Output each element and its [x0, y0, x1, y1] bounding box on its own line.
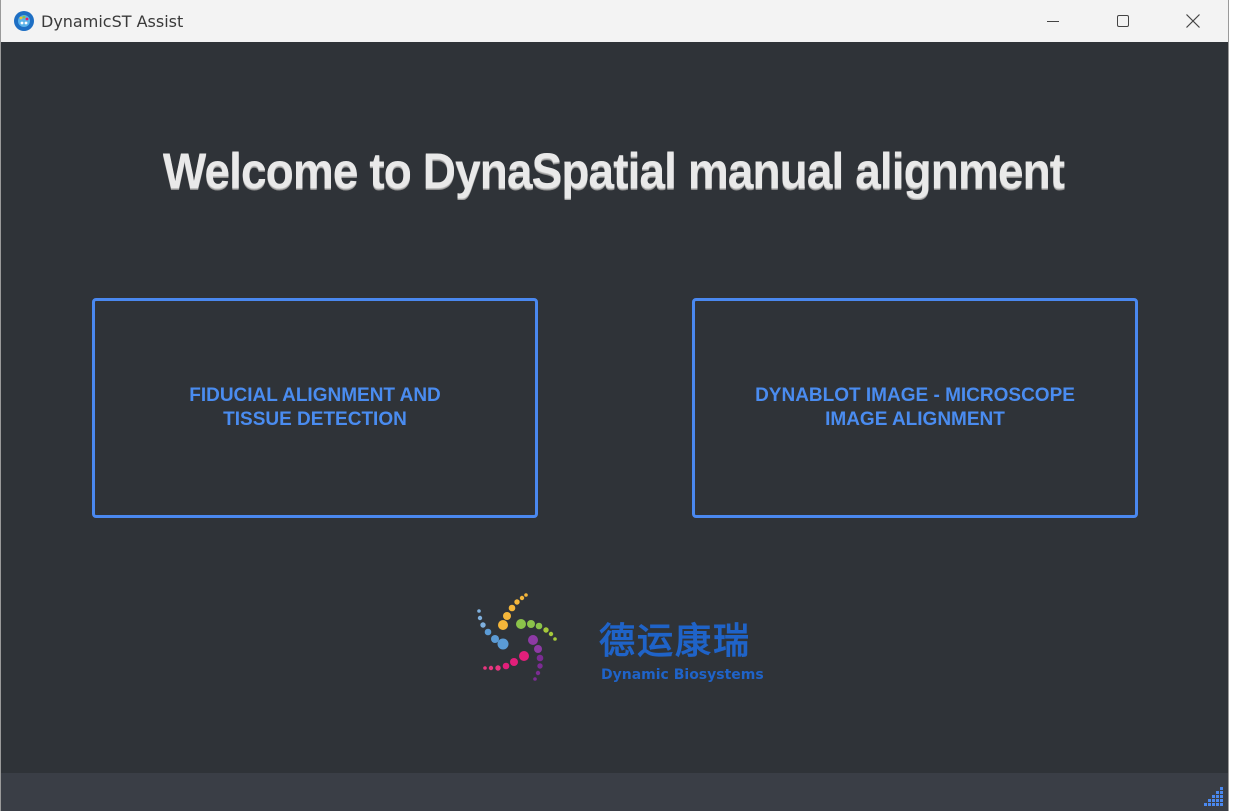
- maximize-icon: [1117, 15, 1129, 27]
- dynablot-alignment-button[interactable]: DYNABLOT IMAGE - MICROSCOPE IMAGE ALIGNM…: [692, 298, 1138, 518]
- button-label-line1: FIDUCIAL ALIGNMENT AND: [189, 385, 441, 406]
- button-label-line2: IMAGE ALIGNMENT: [825, 409, 1005, 430]
- company-logo: 德运康瑞 Dynamic Biosystems: [469, 590, 769, 700]
- minimize-icon: [1047, 21, 1059, 22]
- main-panel: Welcome to DynaSpatial manual alignment …: [1, 42, 1228, 773]
- resize-grip-icon[interactable]: [1202, 785, 1224, 807]
- app-window: DynamicST Assist Welcome to DynaSpatial: [0, 0, 1229, 811]
- status-bar: [1, 773, 1228, 811]
- logo-spiral-icon: [477, 593, 557, 681]
- welcome-heading: Welcome to DynaSpatial manual alignment: [162, 143, 1065, 199]
- minimize-button[interactable]: [1018, 0, 1088, 42]
- button-label-line1: DYNABLOT IMAGE - MICROSCOPE: [755, 385, 1075, 406]
- logo-chinese-text: 德运康瑞: [599, 621, 752, 662]
- close-button[interactable]: [1158, 0, 1228, 42]
- maximize-button[interactable]: [1088, 0, 1158, 42]
- logo-english-text: Dynamic Biosystems: [601, 667, 764, 683]
- app-icon: [14, 11, 34, 31]
- window-controls: [1018, 0, 1228, 42]
- fiducial-alignment-button[interactable]: FIDUCIAL ALIGNMENT AND TISSUE DETECTION: [92, 298, 538, 518]
- window-title: DynamicST Assist: [41, 11, 184, 31]
- button-label-line2: TISSUE DETECTION: [223, 409, 407, 430]
- close-icon: [1186, 14, 1200, 28]
- title-bar[interactable]: DynamicST Assist: [1, 0, 1228, 42]
